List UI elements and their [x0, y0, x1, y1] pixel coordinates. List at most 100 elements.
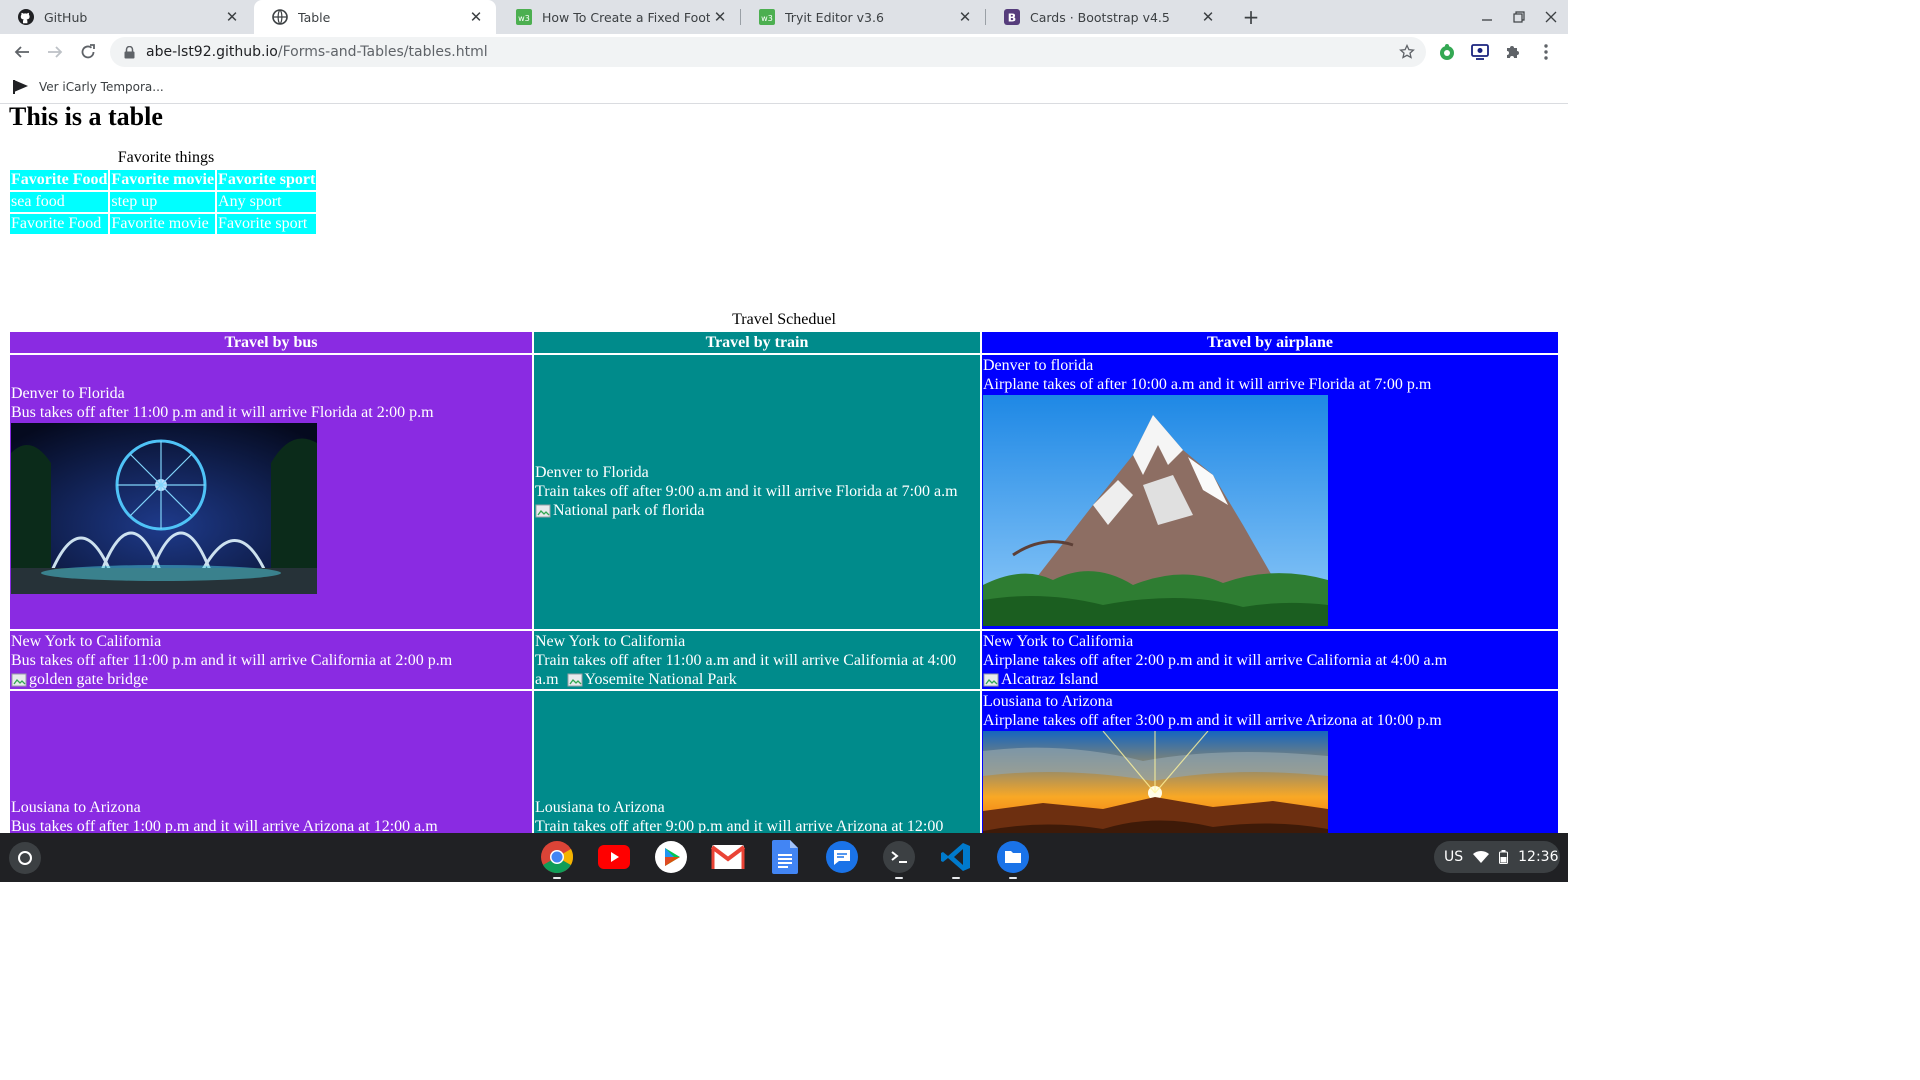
- tab-title: How To Create a Fixed Footer: [542, 9, 710, 25]
- tab-title: GitHub: [44, 9, 88, 25]
- train-cell-denver-florida: Denver to Florida Train takes off after …: [534, 355, 980, 629]
- close-tab-icon[interactable]: ✕: [1198, 7, 1218, 27]
- browser-toolbar: abe-lst92.github.io/Forms-and-Tables/tab…: [0, 34, 1568, 70]
- bookmark-star-icon[interactable]: [1398, 43, 1416, 61]
- vscode-icon[interactable]: [938, 839, 974, 879]
- image-alt-text: golden gate bridge: [29, 671, 149, 688]
- bookmarks-bar: Ver iCarly Tempora...: [0, 70, 1568, 104]
- header-cell: Favorite Food: [10, 170, 109, 190]
- reload-icon: [80, 44, 96, 60]
- header-travel-airplane: Travel by airplane: [982, 332, 1558, 353]
- globe-icon: [272, 9, 288, 25]
- broken-image-golden-gate: golden gate bridge: [11, 670, 452, 689]
- bookmark-label: Ver iCarly Tempora...: [39, 80, 164, 94]
- input-method-label: US: [1444, 849, 1464, 865]
- schedule-text: Bus takes off after 11:00 p.m and it wil…: [11, 652, 453, 669]
- docs-icon[interactable]: [767, 839, 803, 875]
- table-cell: sea food: [10, 192, 109, 212]
- screen-capture-icon[interactable]: [1469, 41, 1491, 63]
- favorites-caption: Favorite things: [117, 149, 215, 166]
- back-button[interactable]: [8, 38, 36, 66]
- lock-icon[interactable]: [122, 45, 136, 59]
- train-cell-newyork-california: New York to California Train takes off a…: [534, 631, 980, 689]
- bus-cell-newyork-california: New York to California Bus takes off aft…: [10, 631, 532, 689]
- bootstrap-icon: B: [1004, 9, 1020, 25]
- page-content: This is a table Favorite things Favorite…: [0, 105, 1568, 833]
- tab-table[interactable]: Table ✕: [254, 0, 496, 34]
- minimize-icon[interactable]: [1476, 6, 1498, 28]
- schedule-text-end: a.m: [535, 671, 559, 688]
- schedule-text: Bus takes off after 1:00 p.m and it will…: [11, 818, 438, 833]
- youtube-icon[interactable]: [596, 839, 632, 875]
- air-cell-denver-florida: Denver to florida Airplane takes of afte…: [982, 355, 1558, 629]
- bus-cell-denver-florida: Denver to Florida Bus takes off after 11…: [10, 355, 532, 629]
- broken-image-icon: [535, 503, 551, 519]
- route-label: Lousiana to Arizona: [983, 693, 1113, 710]
- files-icon[interactable]: [995, 839, 1031, 879]
- mountain-image: [983, 395, 1328, 626]
- w3schools-icon: w3: [759, 9, 775, 25]
- route-label: Denver to Florida: [535, 464, 649, 481]
- page-heading: This is a table: [9, 105, 163, 131]
- header-travel-train: Travel by train: [534, 332, 980, 353]
- svg-text:w3: w3: [518, 14, 530, 23]
- launcher-circle-icon: [18, 851, 32, 865]
- forward-button[interactable]: [41, 38, 69, 66]
- status-tray[interactable]: US 12:36: [1434, 841, 1560, 873]
- air-cell-newyork-california: New York to California Airplane takes of…: [982, 631, 1558, 689]
- running-indicator: [952, 877, 960, 879]
- extension-green-icon[interactable]: [1436, 41, 1458, 63]
- image-alt-text: Alcatraz Island: [1001, 671, 1099, 688]
- chrome-icon[interactable]: [539, 839, 575, 879]
- terminal-icon[interactable]: [881, 839, 917, 879]
- bus-cell-lousiana-arizona: Lousiana to Arizona Bus takes off after …: [10, 691, 532, 833]
- schedule-text: Airplane takes off after 2:00 p.m and it…: [983, 652, 1448, 669]
- tab-title: Cards · Bootstrap v4.5: [1030, 9, 1170, 25]
- broken-image-icon: [567, 672, 583, 688]
- route-label: New York to California: [983, 633, 1134, 650]
- address-bar[interactable]: abe-lst92.github.io/Forms-and-Tables/tab…: [110, 37, 1426, 67]
- canyon-sunset-image: [983, 731, 1328, 833]
- route-label: New York to California: [11, 633, 162, 650]
- restore-icon[interactable]: [1508, 6, 1530, 28]
- menu-kebab-icon[interactable]: [1535, 41, 1557, 63]
- close-tab-icon[interactable]: ✕: [466, 7, 486, 27]
- table-row: Favorite Food Favorite movie Favorite sp…: [10, 214, 317, 234]
- gmail-icon[interactable]: [710, 839, 746, 875]
- bookmark-icarly[interactable]: Ver iCarly Tempora...: [12, 77, 164, 97]
- route-label: Denver to Florida: [11, 385, 125, 402]
- battery-icon: [1499, 850, 1509, 864]
- tab-title: Tryit Editor v3.6: [785, 9, 884, 25]
- broken-image-alcatraz: Alcatraz Island: [983, 670, 1447, 689]
- clock-time: 12:36: [1518, 849, 1559, 865]
- wifi-icon: [1473, 850, 1490, 864]
- tab-bootstrap-cards[interactable]: B Cards · Bootstrap v4.5 ✕: [986, 0, 1228, 34]
- close-tab-icon[interactable]: ✕: [222, 7, 242, 27]
- launcher-button[interactable]: [9, 842, 41, 874]
- route-label: Lousiana to Arizona: [11, 799, 141, 816]
- forward-arrow-icon: [47, 44, 63, 60]
- system-shelf: US 12:36: [0, 833, 1568, 882]
- broken-image-national-park: National park of florida: [535, 501, 958, 520]
- tab-github[interactable]: GitHub ✕: [0, 0, 252, 34]
- table-row: sea food step up Any sport: [10, 192, 317, 212]
- close-window-icon[interactable]: [1540, 6, 1562, 28]
- route-label: Denver to florida: [983, 357, 1094, 374]
- travel-caption: Travel Scheduel: [732, 311, 836, 328]
- new-tab-button[interactable]: +: [1238, 4, 1264, 30]
- schedule-text: Airplane takes of after 10:00 a.m and it…: [983, 376, 1432, 393]
- extensions-puzzle-icon[interactable]: [1502, 41, 1524, 63]
- table-header-row: Favorite Food Favorite movie Favorite sp…: [10, 170, 317, 190]
- messages-icon[interactable]: [824, 839, 860, 875]
- schedule-text-continued: a.m Yosemite National Park: [535, 670, 956, 689]
- running-indicator: [895, 877, 903, 879]
- play-store-icon[interactable]: [653, 839, 689, 875]
- tab-fixed-footer[interactable]: w3 How To Create a Fixed Footer ✕: [498, 0, 740, 34]
- reload-button[interactable]: [74, 38, 102, 66]
- close-tab-icon[interactable]: ✕: [955, 7, 975, 27]
- tab-title: Table: [298, 9, 331, 25]
- favorites-table: Favorite Food Favorite movie Favorite sp…: [8, 168, 318, 236]
- close-tab-icon[interactable]: ✕: [710, 7, 730, 27]
- tab-tryit-editor[interactable]: w3 Tryit Editor v3.6 ✕: [741, 0, 985, 34]
- play-flag-icon: [12, 79, 30, 95]
